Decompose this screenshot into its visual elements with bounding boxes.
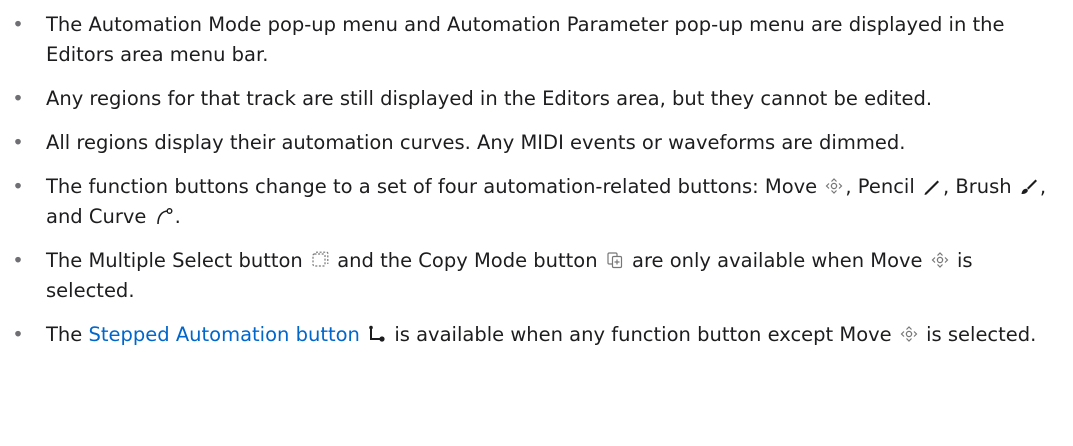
bullet-list: • The Automation Mode pop-up menu and Au… — [0, 0, 1073, 350]
stepped-automation-link[interactable]: Stepped Automation button — [88, 323, 359, 346]
copy-mode-icon — [605, 250, 625, 270]
item-text: , Pencil — [845, 175, 921, 198]
list-item: • Any regions for that track are still d… — [0, 84, 1073, 114]
curve-icon — [154, 206, 174, 226]
list-item: • The Stepped Automation button is avail… — [0, 320, 1073, 350]
item-text: , Brush — [942, 175, 1018, 198]
item-text — [360, 323, 366, 346]
bullet: • — [12, 131, 24, 154]
item-text: are only available when Move — [625, 249, 929, 272]
move-icon — [824, 176, 844, 196]
item-text: The Automation Mode pop-up menu and Auto… — [46, 13, 1005, 66]
bullet: • — [12, 87, 24, 110]
bullet: • — [12, 13, 24, 36]
list-item: • The Automation Mode pop-up menu and Au… — [0, 10, 1073, 70]
move-icon — [930, 250, 950, 270]
item-text: and the Copy Mode button — [331, 249, 604, 272]
item-text: is selected. — [919, 323, 1037, 346]
move-icon — [899, 324, 919, 344]
bullet: • — [12, 323, 24, 346]
item-text: The — [46, 323, 89, 346]
item-text: . — [174, 205, 181, 228]
item-text: All regions display their automation cur… — [46, 131, 906, 154]
pencil-icon — [922, 176, 942, 196]
stepped-automation-icon — [367, 324, 387, 344]
item-text: The Multiple Select button — [46, 249, 309, 272]
list-item: • The Multiple Select button and the Cop… — [0, 246, 1073, 306]
bullet: • — [12, 249, 24, 272]
item-text: Any regions for that track are still dis… — [46, 87, 933, 110]
item-text: is available when any function button ex… — [388, 323, 898, 346]
brush-icon — [1019, 176, 1039, 196]
bullet: • — [12, 175, 24, 198]
list-item: • The function buttons change to a set o… — [0, 172, 1073, 232]
item-text: The function buttons change to a set of … — [46, 175, 824, 198]
list-item: • All regions display their automation c… — [0, 128, 1073, 158]
multiple-select-icon — [310, 250, 330, 270]
